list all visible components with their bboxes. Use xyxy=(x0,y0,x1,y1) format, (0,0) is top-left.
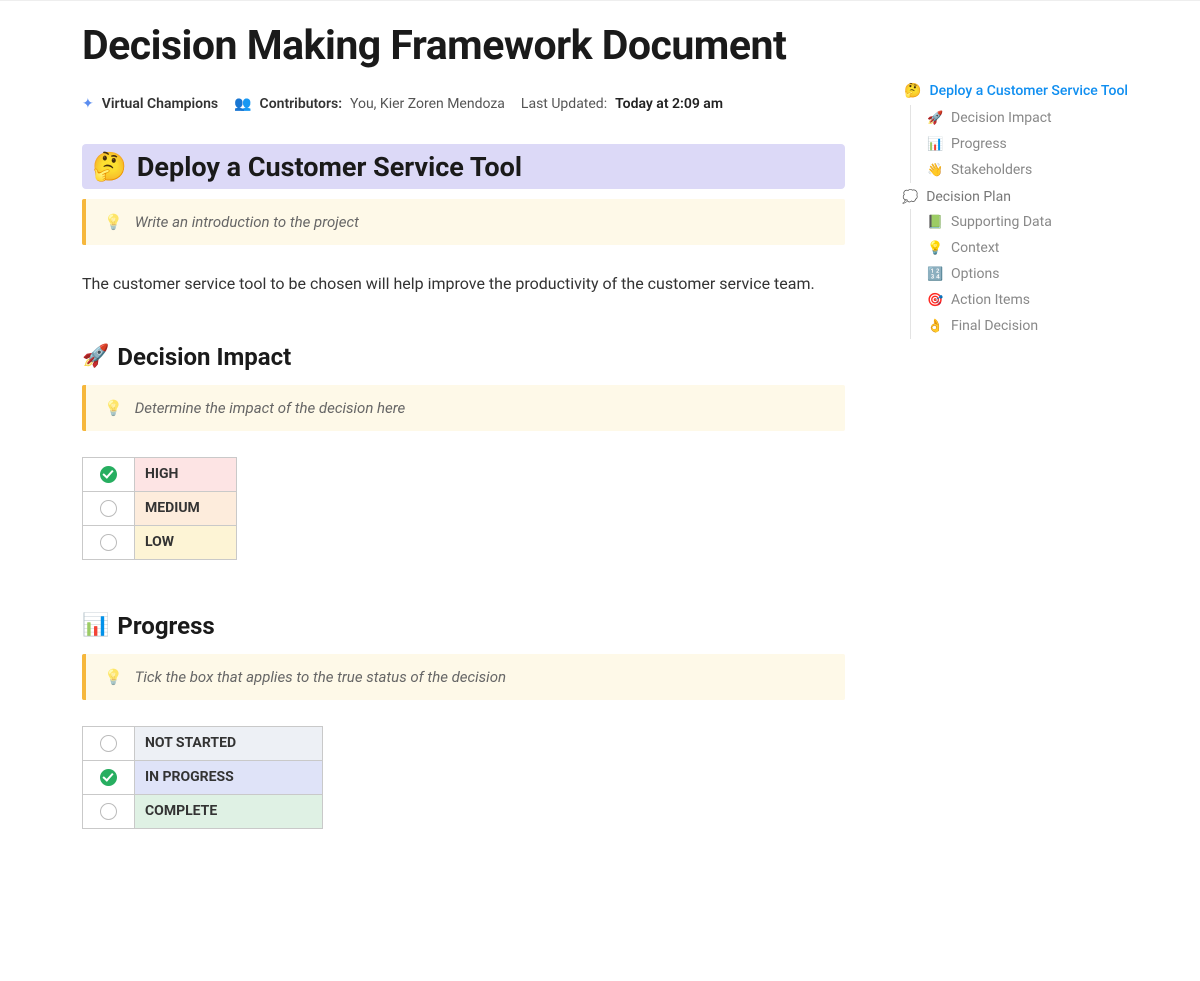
toc-item-final-decision[interactable]: 👌 Final Decision xyxy=(927,313,1164,339)
thought-icon: 💭 xyxy=(902,190,918,205)
progress-label-in-progress: IN PROGRESS xyxy=(135,760,323,794)
thinking-icon: 🤔 xyxy=(904,83,921,99)
intro-paragraph[interactable]: The customer service tool to be chosen w… xyxy=(82,271,822,297)
toc-item-stakeholders[interactable]: 👋 Stakeholders xyxy=(927,157,1164,183)
toc-item-context[interactable]: 💡 Context xyxy=(927,235,1164,261)
toc-item-label: Stakeholders xyxy=(951,162,1032,178)
toc-item-label: Supporting Data xyxy=(951,214,1052,230)
progress-radio-complete[interactable] xyxy=(100,803,117,820)
impact-label-medium: MEDIUM xyxy=(135,491,237,525)
toc-item-label: Final Decision xyxy=(951,318,1038,334)
toc-item-label: Decision Impact xyxy=(951,110,1052,126)
impact-radio-low[interactable] xyxy=(100,534,117,551)
callout-intro-text: Write an introduction to the project xyxy=(135,213,359,231)
toc-heading-decision-plan[interactable]: 💭 Decision Plan xyxy=(902,183,1164,209)
toc-root-item[interactable]: 🤔 Deploy a Customer Service Tool xyxy=(904,79,1164,105)
toc-root-label: Deploy a Customer Service Tool xyxy=(929,83,1128,99)
section-title-impact: Decision Impact xyxy=(117,343,291,371)
doc-meta: ✦ Virtual Champions 👥 Contributors: You,… xyxy=(82,96,845,112)
progress-radio-in-progress[interactable] xyxy=(100,769,117,786)
toc-item-label: Options xyxy=(951,266,999,282)
rocket-icon: 🚀 xyxy=(82,344,109,369)
progress-row-in-progress: IN PROGRESS xyxy=(83,760,323,794)
progress-row-not-started: NOT STARTED xyxy=(83,726,323,760)
toc-item-supporting-data[interactable]: 📗 Supporting Data xyxy=(927,209,1164,235)
document-main: Decision Making Framework Document ✦ Vir… xyxy=(0,21,845,881)
progress-label-complete: COMPLETE xyxy=(135,794,323,828)
progress-label-not-started: NOT STARTED xyxy=(135,726,323,760)
team-icon: ✦ xyxy=(82,96,94,112)
numbers-icon: 🔢 xyxy=(927,267,943,282)
impact-row-medium: MEDIUM xyxy=(83,491,237,525)
toc-sidebar: 🤔 Deploy a Customer Service Tool 🚀 Decis… xyxy=(904,79,1164,339)
last-updated-value: Today at 2:09 am xyxy=(615,96,723,112)
progress-row-complete: COMPLETE xyxy=(83,794,323,828)
bulb-icon: 💡 xyxy=(104,213,123,231)
toc-item-label: Context xyxy=(951,240,999,256)
chart-icon: 📊 xyxy=(82,613,109,638)
contributors-chip[interactable]: 👥 Contributors: You, Kier Zoren Mendoza xyxy=(234,96,505,112)
impact-table: HIGH MEDIUM LOW xyxy=(82,457,237,560)
bulb-icon: 💡 xyxy=(927,241,943,256)
book-icon: 📗 xyxy=(927,215,943,230)
section-head-progress: 📊 Progress xyxy=(82,612,845,640)
contributors-label: Contributors: xyxy=(260,96,342,112)
bulb-icon: 💡 xyxy=(104,399,123,417)
chart-icon: 📊 xyxy=(927,137,943,152)
toc-heading-label: Decision Plan xyxy=(926,189,1011,205)
toc-list-1: 🚀 Decision Impact 📊 Progress 👋 Stakehold… xyxy=(910,105,1164,183)
impact-radio-medium[interactable] xyxy=(100,500,117,517)
section-banner-deploy: 🤔 Deploy a Customer Service Tool xyxy=(82,144,845,189)
impact-row-low: LOW xyxy=(83,525,237,559)
toc-item-action-items[interactable]: 🎯 Action Items xyxy=(927,287,1164,313)
team-name: Virtual Champions xyxy=(102,96,218,112)
section-title-progress: Progress xyxy=(117,612,214,640)
impact-label-high: HIGH xyxy=(135,457,237,491)
toc-item-label: Action Items xyxy=(951,292,1030,308)
rocket-icon: 🚀 xyxy=(927,111,943,126)
impact-radio-high[interactable] xyxy=(100,466,117,483)
bulb-icon: 💡 xyxy=(104,668,123,686)
last-updated-label: Last Updated: xyxy=(521,96,607,112)
callout-impact-text: Determine the impact of the decision her… xyxy=(135,399,406,417)
toc-list-2: 📗 Supporting Data 💡 Context 🔢 Options 🎯 … xyxy=(910,209,1164,339)
wave-icon: 👋 xyxy=(927,163,943,178)
last-updated-chip: Last Updated: Today at 2:09 am xyxy=(521,96,723,112)
ok-icon: 👌 xyxy=(927,319,943,334)
callout-progress-text: Tick the box that applies to the true st… xyxy=(135,668,506,686)
toc-item-label: Progress xyxy=(951,136,1007,152)
toc-item-progress[interactable]: 📊 Progress xyxy=(927,131,1164,157)
impact-label-low: LOW xyxy=(135,525,237,559)
target-icon: 🎯 xyxy=(927,293,943,308)
callout-intro[interactable]: 💡 Write an introduction to the project xyxy=(82,199,845,245)
toc-item-impact[interactable]: 🚀 Decision Impact xyxy=(927,105,1164,131)
impact-row-high: HIGH xyxy=(83,457,237,491)
page-title: Decision Making Framework Document xyxy=(82,21,845,72)
callout-progress[interactable]: 💡 Tick the box that applies to the true … xyxy=(82,654,845,700)
progress-table: NOT STARTED IN PROGRESS COMPLETE xyxy=(82,726,323,829)
section-title-deploy: Deploy a Customer Service Tool xyxy=(137,151,522,183)
section-head-impact: 🚀 Decision Impact xyxy=(82,343,845,371)
toc-item-options[interactable]: 🔢 Options xyxy=(927,261,1164,287)
thinking-icon: 🤔 xyxy=(92,150,127,183)
progress-radio-not-started[interactable] xyxy=(100,735,117,752)
contributors-value: You, Kier Zoren Mendoza xyxy=(350,96,505,112)
callout-impact[interactable]: 💡 Determine the impact of the decision h… xyxy=(82,385,845,431)
contributors-icon: 👥 xyxy=(234,96,251,112)
team-chip[interactable]: ✦ Virtual Champions xyxy=(82,96,218,112)
